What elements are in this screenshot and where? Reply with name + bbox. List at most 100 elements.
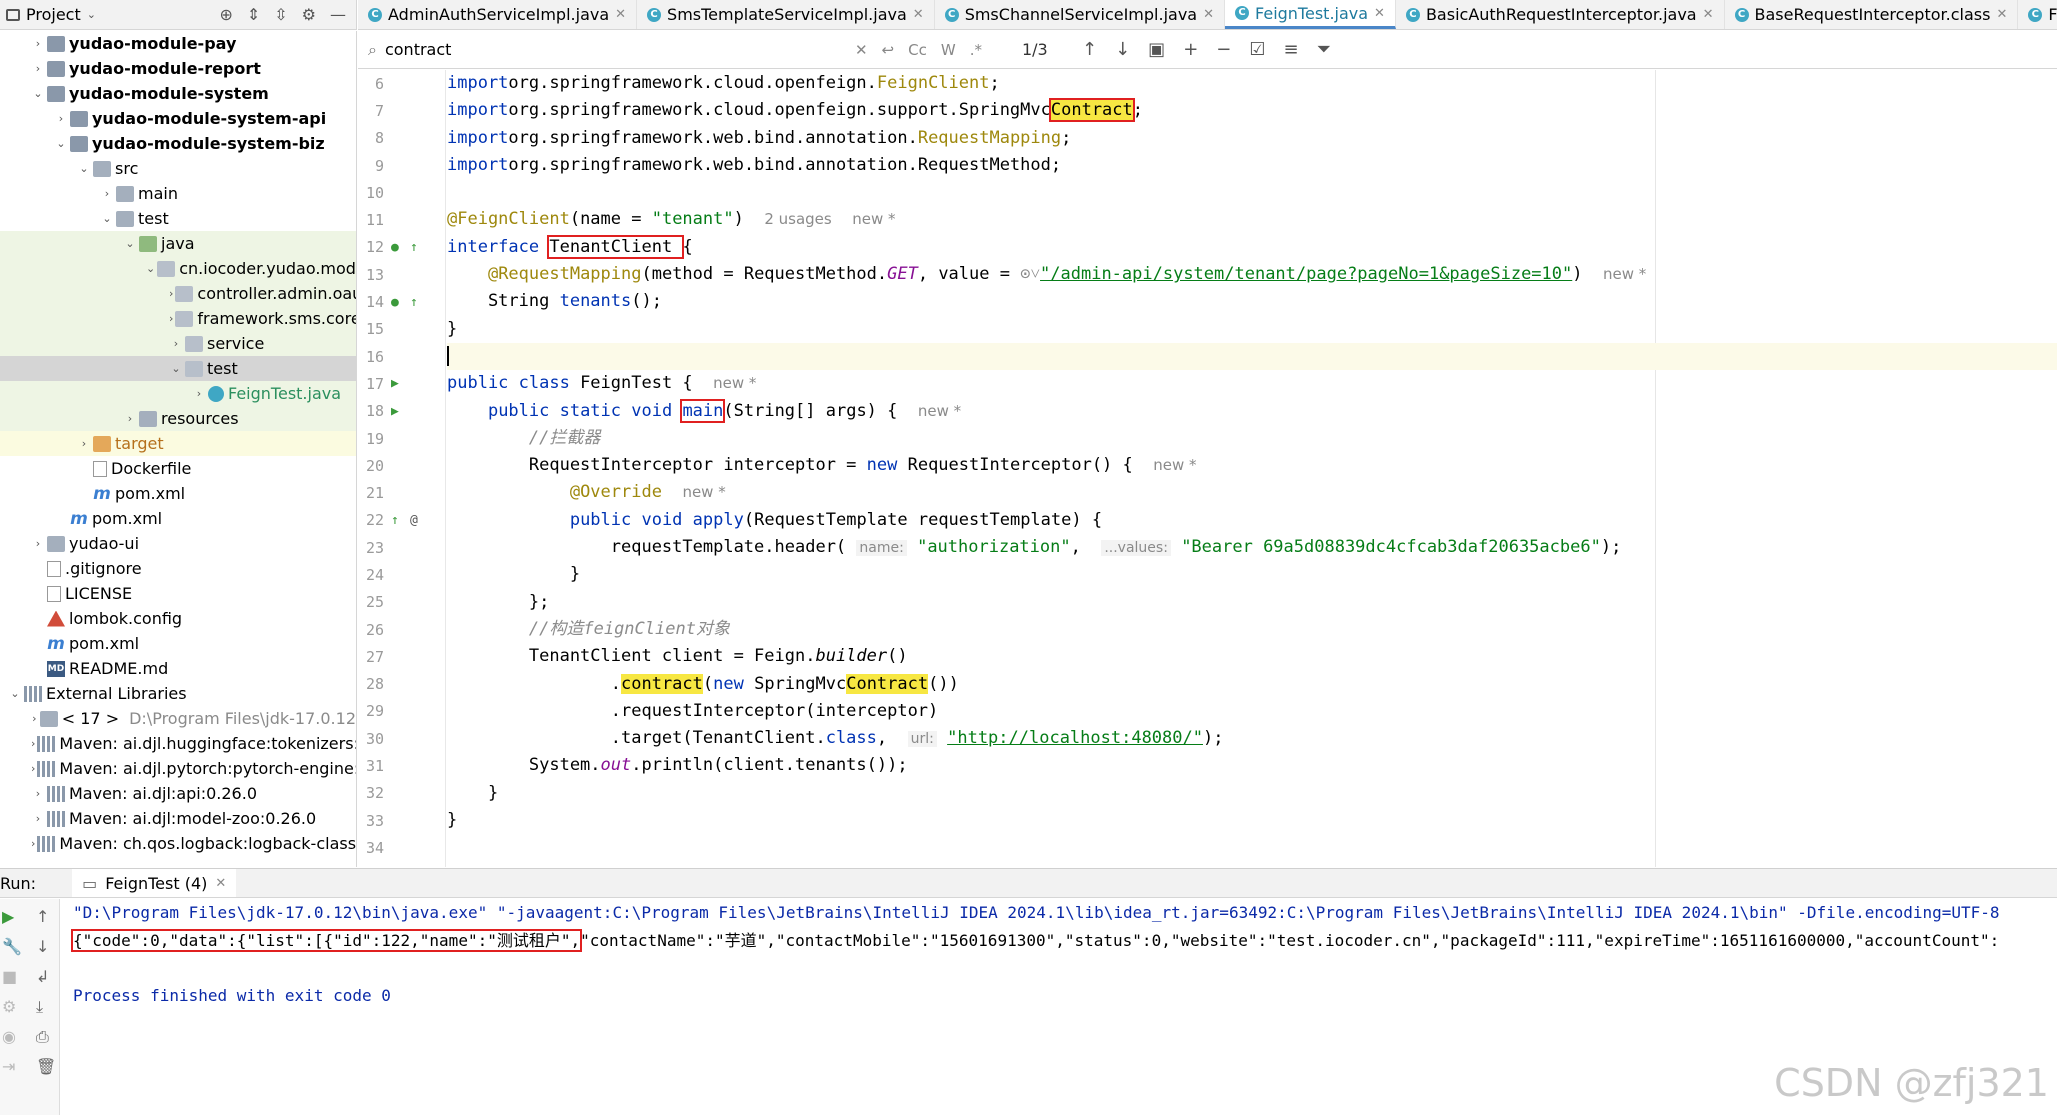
code-line[interactable] (447, 834, 2057, 861)
code-line[interactable]: }; (447, 589, 2057, 616)
previous-match-icon[interactable]: ↑ (1082, 39, 1097, 60)
exit-icon[interactable]: ⇥ (2, 1057, 15, 1076)
editor-tab[interactable]: CFeign.java✕ (2018, 0, 2057, 29)
editor-tab[interactable]: C AdminAuthServiceImpl.java ✕ (358, 0, 638, 29)
editor-tab[interactable]: C SmsTemplateServiceImpl.java ✕ (637, 0, 935, 29)
tree-item[interactable]: › target (0, 431, 356, 456)
chevron-right-icon[interactable]: › (31, 837, 35, 850)
scroll-down-icon[interactable]: ↓ (36, 937, 49, 956)
tree-item[interactable]: ⌄ test (0, 206, 356, 231)
chevron-down-icon[interactable]: ⌄ (8, 687, 22, 700)
code-line[interactable]: RequestInterceptor interceptor = new Req… (447, 452, 2057, 479)
editor-tab[interactable]: C BaseRequestInterceptor.class ✕ (1725, 0, 2019, 29)
editor-tab[interactable]: C BasicAuthRequestInterceptor.java ✕ (1396, 0, 1725, 29)
code-line[interactable]: @FeignClient(name = "tenant") 2 usages n… (447, 206, 2057, 233)
chevron-down-icon[interactable]: ⌄ (100, 212, 114, 225)
override-icon[interactable]: ↑ (391, 513, 399, 528)
tree-item[interactable]: LICENSE (0, 581, 356, 606)
code-line[interactable]: } (447, 780, 2057, 807)
run-icon[interactable]: ▶ (391, 376, 399, 391)
at-icon[interactable]: @ (410, 513, 418, 528)
camera-icon[interactable]: ◉ (2, 1027, 16, 1046)
expand-all-icon[interactable]: ⇕ (247, 5, 260, 24)
tree-item[interactable]: › yudao-module-system-api (0, 106, 356, 131)
tree-item[interactable]: MD README.md (0, 656, 356, 681)
run-icon[interactable]: ▶ (391, 404, 399, 419)
chevron-right-icon[interactable]: › (31, 787, 45, 800)
code-line[interactable]: } (447, 561, 2057, 588)
next-match-icon[interactable]: ↓ (1115, 39, 1130, 60)
tree-item[interactable]: › Maven: ai.djl:model-zoo:0.26.0 (0, 806, 356, 831)
settings-icon[interactable]: ⚙ (2, 997, 16, 1016)
editor-tab[interactable]: C SmsChannelServiceImpl.java ✕ (935, 0, 1226, 29)
code-editor[interactable]: importorg.springframework.cloud.openfeig… (447, 70, 2057, 867)
close-icon[interactable]: ✕ (1203, 7, 1214, 22)
chevron-right-icon[interactable]: › (192, 387, 206, 400)
tree-item[interactable]: › < 17 > D:\Program Files\jdk-17.0.12 (0, 706, 356, 731)
tree-item[interactable]: ⌄ yudao-module-system (0, 81, 356, 106)
tree-item[interactable]: › framework.sms.core.c (0, 306, 356, 331)
close-icon[interactable]: ✕ (1374, 6, 1385, 21)
add-selection-icon[interactable]: + (1183, 39, 1198, 60)
collapse-all-icon[interactable]: ⇳ (274, 5, 287, 24)
chevron-right-icon[interactable]: › (31, 737, 35, 750)
code-line[interactable] (447, 179, 2057, 206)
tree-item[interactable]: › Maven: ai.djl.pytorch:pytorch-engine:0.… (0, 756, 356, 781)
tree-item[interactable]: › controller.admin.oaut (0, 281, 356, 306)
code-line[interactable]: String tenants(); (447, 288, 2057, 315)
chevron-right-icon[interactable]: › (54, 112, 68, 125)
match-case-toggle[interactable]: Cc (908, 41, 927, 59)
chevron-down-icon[interactable]: ⌄ (77, 162, 91, 175)
tree-item[interactable]: › resources (0, 406, 356, 431)
chevron-right-icon[interactable]: › (31, 762, 35, 775)
code-line[interactable]: public void apply(RequestTemplate reques… (447, 507, 2057, 534)
filter-icon[interactable]: ⏷ (1317, 39, 1331, 60)
whole-word-toggle[interactable]: W (941, 41, 956, 59)
tree-item[interactable]: › Maven: ch.qos.logback:logback-classic:1 (0, 831, 356, 856)
tree-item[interactable]: › Maven: ai.djl:api:0.26.0 (0, 781, 356, 806)
tree-item[interactable]: m pom.xml (0, 481, 356, 506)
tree-item[interactable]: m pom.xml (0, 631, 356, 656)
chevron-right-icon[interactable]: › (123, 412, 137, 425)
trash-icon[interactable]: 🗑 (36, 1057, 56, 1076)
code-line[interactable]: .contract(new SpringMvcContract()) (447, 671, 2057, 698)
soft-wrap-icon[interactable]: ↲ (36, 967, 49, 986)
tree-item[interactable]: ⌄ src (0, 156, 356, 181)
code-line[interactable]: @Override new * (447, 479, 2057, 506)
tree-item[interactable]: ⌄ yudao-module-system-biz (0, 131, 356, 156)
tree-item[interactable]: › Maven: ai.djl.huggingface:tokenizers:0.… (0, 731, 356, 756)
chevron-right-icon[interactable]: › (169, 287, 173, 300)
tree-item[interactable]: › yudao-ui (0, 531, 356, 556)
tree-item[interactable]: › FeignTest.java (0, 381, 356, 406)
select-all-icon[interactable]: ☑ (1249, 39, 1265, 60)
close-icon[interactable]: ✕ (1703, 7, 1714, 22)
chevron-down-icon[interactable]: ⌄ (54, 137, 68, 150)
tree-item[interactable]: › service (0, 331, 356, 356)
code-line[interactable] (447, 342, 2057, 371)
impl-icon[interactable]: ● (391, 295, 399, 310)
code-line[interactable]: System.out.println(client.tenants()); (447, 752, 2057, 779)
tree-item[interactable]: .gitignore (0, 556, 356, 581)
close-icon[interactable]: ✕ (215, 876, 226, 891)
stop-icon[interactable]: ■ (2, 967, 17, 986)
history-icon[interactable]: ↩ (882, 41, 895, 59)
chevron-down-icon[interactable]: ⌄ (123, 237, 137, 250)
code-line[interactable]: requestTemplate.header( name: "authoriza… (447, 534, 2057, 561)
chevron-right-icon[interactable]: › (31, 37, 45, 50)
code-line[interactable]: importorg.springframework.cloud.openfeig… (447, 97, 2057, 124)
code-line[interactable]: .requestInterceptor(interceptor) (447, 698, 2057, 725)
unselect-icon[interactable]: − (1216, 39, 1231, 60)
chevron-right-icon[interactable]: › (169, 337, 183, 350)
override-icon[interactable]: ↑ (410, 295, 418, 310)
locate-icon[interactable]: ⊕ (219, 5, 232, 24)
chevron-down-icon[interactable]: ⌄ (169, 362, 183, 375)
code-line[interactable]: TenantClient client = Feign.builder() (447, 643, 2057, 670)
chevron-down-icon[interactable]: ⌄ (31, 87, 45, 100)
tree-item[interactable]: lombok.config (0, 606, 356, 631)
chevron-down-icon[interactable]: ⌄ (146, 262, 155, 275)
chevron-right-icon[interactable]: › (100, 187, 114, 200)
tree-item[interactable]: › yudao-module-pay (0, 31, 356, 56)
gear-icon[interactable]: ⚙ (302, 5, 316, 24)
code-line[interactable]: importorg.springframework.web.bind.annot… (447, 152, 2057, 179)
tree-item[interactable]: Dockerfile (0, 456, 356, 481)
